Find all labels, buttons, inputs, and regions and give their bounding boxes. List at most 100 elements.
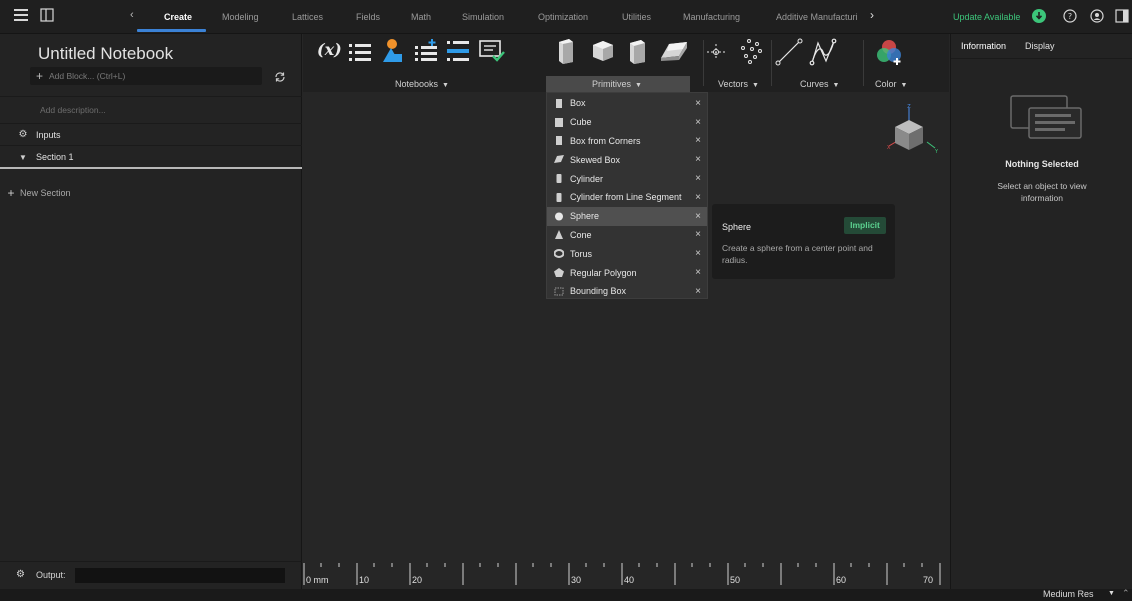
menu-item-torus[interactable]: Torus × xyxy=(547,244,707,263)
cylinder-icon xyxy=(554,192,564,202)
new-section-label: New Section xyxy=(20,188,71,198)
tab-manufacturing[interactable]: Manufacturing xyxy=(683,12,740,22)
box-primitive-icon[interactable] xyxy=(555,38,577,66)
right-panel-toggle-icon[interactable] xyxy=(1115,9,1129,23)
primitives-group-dropdown[interactable]: Primitives ▼ xyxy=(592,79,642,89)
section-row[interactable]: ▼ Section 1 xyxy=(0,147,302,169)
chevron-down-icon[interactable]: ▼ xyxy=(16,153,30,162)
resolution-dropdown-icon[interactable]: ▼ xyxy=(1108,590,1115,597)
ruler-label-10: 10 xyxy=(359,575,370,585)
box-from-corners-icon[interactable] xyxy=(627,38,649,66)
gear-icon: ⚙ xyxy=(18,129,28,140)
cube-primitive-icon[interactable] xyxy=(591,39,617,65)
panel-toggle-icon[interactable] xyxy=(40,8,54,22)
notebooks-group-dropdown[interactable]: Notebooks ▼ xyxy=(395,79,449,89)
close-icon[interactable]: × xyxy=(695,173,701,184)
menu-item-cone[interactable]: Cone × xyxy=(547,226,707,245)
color-group-dropdown[interactable]: Color ▼ xyxy=(875,79,907,89)
tabs-scroll-right-icon[interactable]: › xyxy=(870,8,874,22)
add-block-input[interactable]: + Add Block... (Ctrl+L) xyxy=(30,67,262,85)
point-cloud-icon[interactable] xyxy=(737,38,763,66)
box-from-corners-icon xyxy=(554,136,564,146)
ribbon-separator xyxy=(863,40,864,86)
menu-item-sphere[interactable]: Sphere × xyxy=(547,206,707,226)
menu-item-bounding-box[interactable]: Bounding Box × xyxy=(547,282,707,301)
ruler-label-0: 0 mm xyxy=(306,575,329,585)
variable-icon[interactable]: (x) xyxy=(317,40,342,59)
vectors-group-dropdown[interactable]: Vectors ▼ xyxy=(718,79,759,89)
ruler-label-40: 40 xyxy=(624,575,635,585)
ruler-label-50: 50 xyxy=(730,575,741,585)
section-label: Section 1 xyxy=(36,152,74,162)
close-icon[interactable]: × xyxy=(695,154,701,165)
close-icon[interactable]: × xyxy=(695,286,701,297)
close-icon[interactable]: × xyxy=(695,117,701,128)
resolution-select[interactable]: Medium Res xyxy=(1043,589,1094,599)
help-icon[interactable]: ? xyxy=(1063,9,1077,23)
line-curve-icon[interactable] xyxy=(775,38,803,68)
svg-text:Y: Y xyxy=(934,149,939,155)
hamburger-menu-icon[interactable] xyxy=(14,9,28,21)
add-list-icon[interactable] xyxy=(415,39,439,65)
dropdown-arrow-icon: ▼ xyxy=(832,82,840,89)
sphere-icon xyxy=(554,212,564,221)
tab-math[interactable]: Math xyxy=(411,12,431,22)
tooltip-title: Sphere xyxy=(722,222,752,232)
tab-modeling[interactable]: Modeling xyxy=(222,12,259,22)
update-available-link[interactable]: Update Available xyxy=(953,12,1020,22)
plus-icon: + xyxy=(7,186,15,200)
cylinder-icon xyxy=(554,174,564,184)
notebook-title[interactable]: Untitled Notebook xyxy=(38,44,173,64)
menu-item-cube[interactable]: Cube × xyxy=(547,113,707,132)
gear-icon: ⚙ xyxy=(16,569,25,580)
close-icon[interactable]: × xyxy=(695,229,701,240)
menu-item-regular-polygon[interactable]: Regular Polygon × xyxy=(547,263,707,282)
menu-item-box-from-corners[interactable]: Box from Corners × xyxy=(547,132,707,151)
close-icon[interactable]: × xyxy=(695,267,701,278)
tab-lattices[interactable]: Lattices xyxy=(292,12,323,22)
close-icon[interactable]: × xyxy=(695,98,701,109)
view-cube-icon[interactable]: Z X Y xyxy=(877,102,941,162)
shapes-icon[interactable] xyxy=(379,38,405,66)
menu-item-cylinder[interactable]: Cylinder × xyxy=(547,169,707,188)
menu-item-cylinder-from-line-segment[interactable]: Cylinder from Line Segment × xyxy=(547,188,707,207)
cube-icon xyxy=(554,117,564,127)
description-field[interactable]: Add description... xyxy=(0,96,302,124)
tab-additive-manufacturing[interactable]: Additive Manufacturi xyxy=(776,12,869,22)
ruler-label-30: 30 xyxy=(571,575,582,585)
tab-simulation[interactable]: Simulation xyxy=(462,12,504,22)
tab-information[interactable]: Information xyxy=(961,41,1006,51)
select-object-message: Select an object to view information xyxy=(997,181,1087,203)
vector-point-icon[interactable] xyxy=(705,42,727,64)
download-update-icon[interactable] xyxy=(1032,9,1046,23)
tab-fields[interactable]: Fields xyxy=(356,12,380,22)
skewed-box-icon[interactable] xyxy=(659,40,689,64)
menu-item-skewed-box[interactable]: Skewed Box × xyxy=(547,150,707,169)
menu-item-box[interactable]: Box × xyxy=(547,94,707,113)
tab-utilities[interactable]: Utilities xyxy=(622,12,651,22)
torus-icon xyxy=(553,249,565,259)
inputs-row[interactable]: ⚙ Inputs xyxy=(0,124,302,146)
tab-create[interactable]: Create xyxy=(164,12,192,22)
tab-display[interactable]: Display xyxy=(1025,41,1055,51)
tab-optimization[interactable]: Optimization xyxy=(538,12,588,22)
curves-group-dropdown[interactable]: Curves ▼ xyxy=(800,79,839,89)
close-icon[interactable]: × xyxy=(695,211,701,222)
close-icon[interactable]: × xyxy=(695,192,701,203)
information-panel: Information Display Nothing Selected Sel… xyxy=(950,34,1132,589)
spline-curve-icon[interactable] xyxy=(809,38,837,68)
output-field[interactable] xyxy=(75,568,285,583)
chevron-up-icon[interactable]: ⌃ xyxy=(1122,588,1130,599)
comment-check-icon[interactable] xyxy=(479,39,505,65)
close-icon[interactable]: × xyxy=(695,135,701,146)
insert-list-icon[interactable] xyxy=(447,39,471,65)
dropdown-arrow-icon: ▼ xyxy=(635,82,642,89)
tabs-scroll-left-icon[interactable]: ‹ xyxy=(130,9,134,21)
list-icon[interactable] xyxy=(349,42,371,64)
user-account-icon[interactable] xyxy=(1090,9,1104,23)
ribbon-toolbar: (x) Notebooks ▼ Primitives ▼ Vectors ▼ C… xyxy=(303,34,949,92)
color-icon[interactable] xyxy=(875,38,903,68)
refresh-icon[interactable] xyxy=(273,70,287,84)
close-icon[interactable]: × xyxy=(695,248,701,259)
new-section-button[interactable]: + New Section xyxy=(0,182,302,204)
